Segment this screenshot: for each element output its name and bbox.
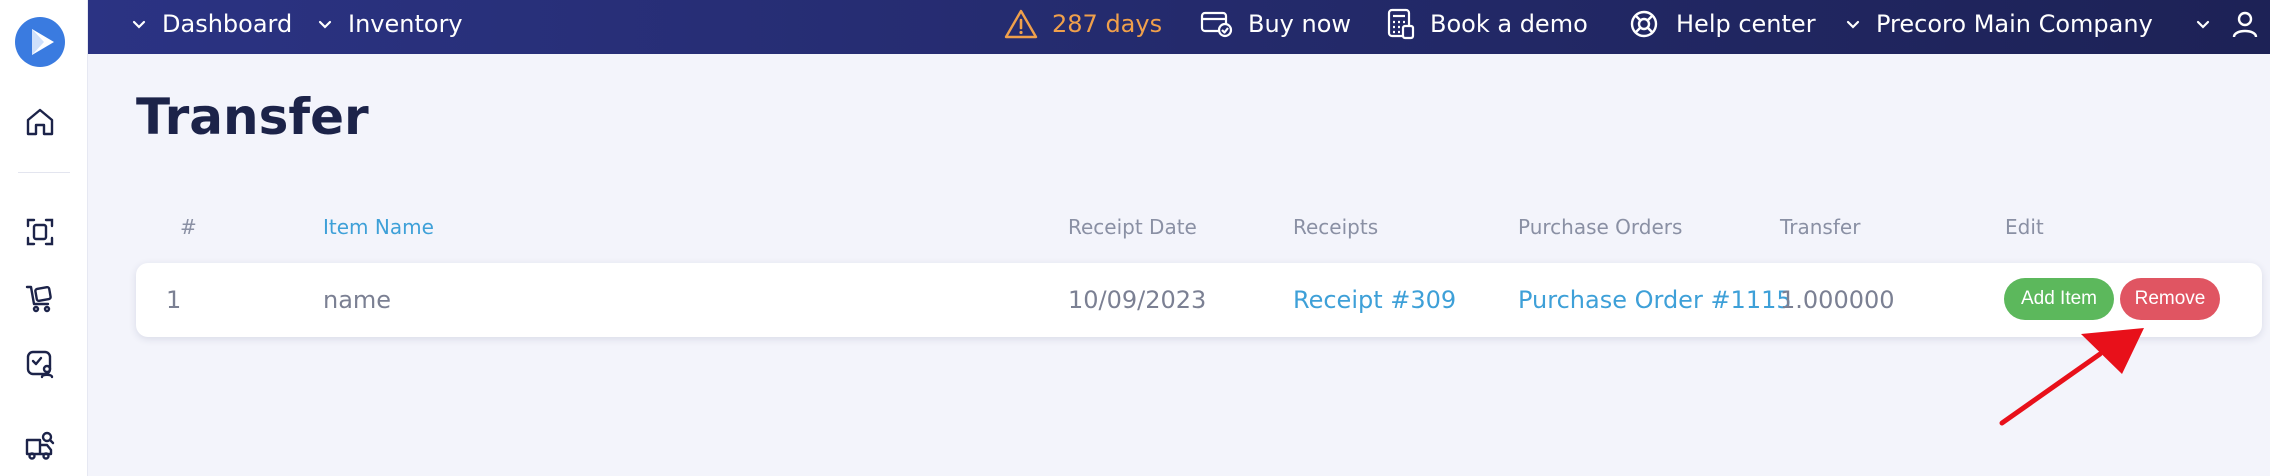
logo-icon[interactable] [14,16,66,68]
book-demo-label: Book a demo [1430,10,1588,38]
add-item-button[interactable]: Add Item [2004,278,2114,320]
chevron-down-icon [2196,20,2210,29]
column-header-edit: Edit [2005,215,2044,239]
nav-dashboard-label: Dashboard [162,10,293,38]
chevron-down-icon [132,20,146,29]
calculator-icon [1387,8,1415,40]
help-center-label: Help center [1676,10,1816,38]
approval-icon[interactable] [22,346,58,382]
chevron-down-icon [1846,20,1860,29]
company-name: Precoro Main Company [1876,10,2153,38]
truck-search-icon[interactable] [22,428,58,464]
row-purchase-order-link[interactable]: Purchase Order #1115 [1518,286,1792,314]
annotation-arrow-icon [1999,328,2144,426]
column-header-receipts: Receipts [1293,215,1379,239]
remove-button[interactable]: Remove [2120,278,2220,320]
column-header-transfer: Transfer [1780,215,1861,239]
cart-icon[interactable] [22,280,58,316]
page-title: Transfer [136,88,369,146]
help-center-link[interactable]: Help center [1628,0,1816,48]
book-demo-link[interactable]: Book a demo [1386,0,1588,48]
buy-now-link[interactable]: Buy now [1200,0,1351,48]
nav-dashboard[interactable]: Dashboard [130,0,292,48]
lifebuoy-icon [1630,10,1658,38]
trial-days-text: 287 days [1052,10,1163,38]
user-menu[interactable] [2194,0,2260,48]
trial-warning[interactable]: 287 days [1004,0,1162,48]
card-icon [1200,11,1233,38]
chevron-down-icon [318,20,332,29]
company-switcher[interactable]: Precoro Main Company [1844,0,2153,48]
row-number: 1 [166,286,182,314]
warning-icon [1004,9,1038,39]
nav-inventory-label: Inventory [348,10,463,38]
scan-document-icon[interactable] [22,214,58,250]
column-header-receipt-date: Receipt Date [1068,215,1197,239]
top-navigation-bar: Dashboard Inventory 287 days Buy now Boo… [88,0,2270,54]
row-receipt-link[interactable]: Receipt #309 [1293,286,1456,314]
column-header-item-name[interactable]: Item Name [323,215,434,239]
row-transfer-quantity: 1.000000 [1780,286,1895,314]
column-header-purchase-orders: Purchase Orders [1518,215,1683,239]
row-item-name: name [323,286,392,314]
sidebar-divider [18,172,70,173]
nav-inventory[interactable]: Inventory [316,0,463,48]
row-receipt-date: 10/09/2023 [1068,286,1207,314]
buy-now-label: Buy now [1248,10,1352,38]
sidebar [0,0,88,476]
user-icon [2232,11,2258,38]
column-header-number: # [180,215,197,239]
home-icon[interactable] [22,104,58,140]
